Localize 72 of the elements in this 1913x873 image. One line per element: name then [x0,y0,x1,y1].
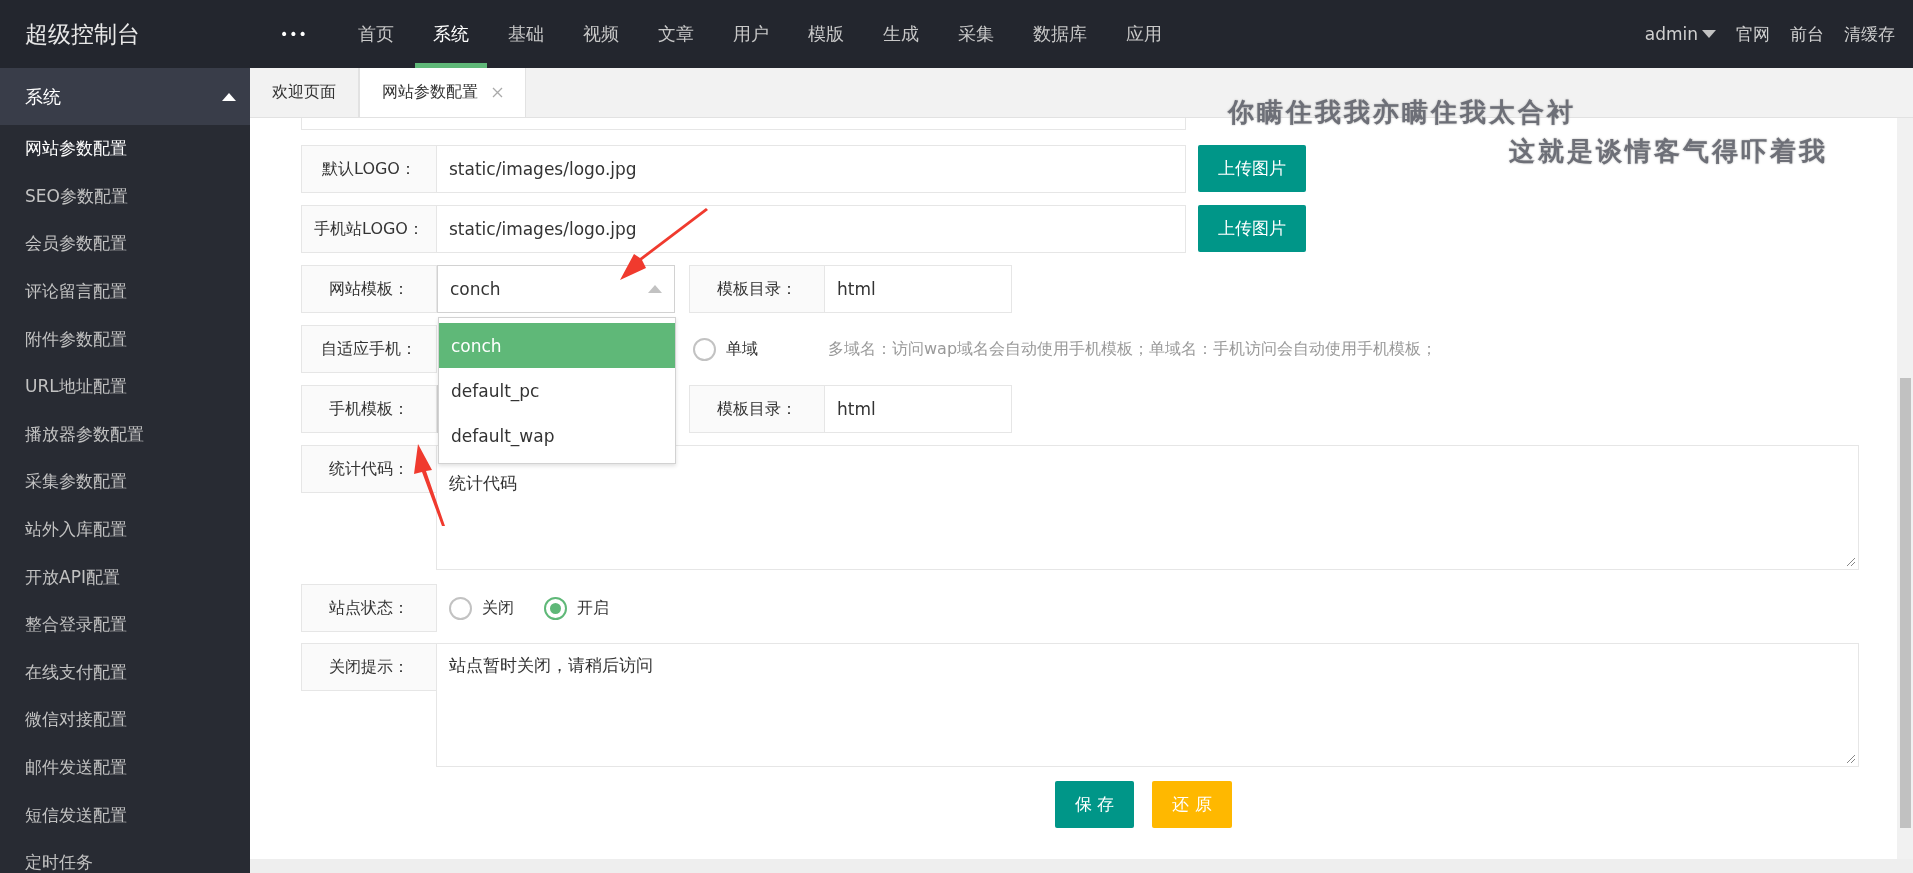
sidebar-item[interactable]: 整合登录配置 [0,600,250,649]
sidebar-item[interactable]: URL地址配置 [0,362,250,411]
lyrics-text: 你瞒住我我亦瞒住我太合衬 [1228,96,1576,129]
sidebar-item[interactable]: 网站参数配置 [0,125,250,173]
radio-button[interactable] [449,596,472,620]
caret-icon [648,285,662,293]
scrollbar[interactable] [1897,118,1913,859]
nav-tab[interactable]: 数据库 [1015,0,1105,68]
caret-icon [222,92,236,101]
radio-button[interactable] [693,337,716,361]
radio-option[interactable]: 单域 [693,337,758,361]
field-label: 模板目录： [689,265,825,313]
caret-icon [1702,30,1716,38]
sidebar-item[interactable]: SEO参数配置 [0,172,250,221]
field-label: 模板目录： [689,385,825,433]
nav-tab[interactable]: 采集 [940,0,1012,68]
page-tab[interactable]: 网站参数配置 [359,68,526,117]
nav-tab[interactable]: 视频 [565,0,637,68]
sidebar-item[interactable]: 在线支付配置 [0,648,250,697]
dropdown-option[interactable]: default_pc [439,368,675,413]
field-label: 网站模板： [301,265,437,313]
sidebar-item[interactable]: 播放器参数配置 [0,410,250,459]
radio-option[interactable]: 开启 [544,596,609,620]
nav-tab[interactable]: 用户 [715,0,787,68]
field-label: 手机站LOGO： [301,205,437,253]
field-label: 站点状态： [301,584,437,632]
sidebar-header[interactable]: 系统 [0,68,250,125]
input-field[interactable] [301,118,1186,130]
text-area[interactable]: 统计代码 [436,445,1859,570]
nav-tab[interactable]: 应用 [1108,0,1180,68]
sidebar-item[interactable]: 会员参数配置 [0,220,250,268]
header-link[interactable]: 清缓存 [1844,22,1895,46]
field-label: 手机模板： [301,385,437,433]
header-link[interactable]: 前台 [1790,22,1824,46]
sidebar-item[interactable]: 邮件发送配置 [0,743,250,792]
text-area[interactable]: 站点暂时关闭，请稍后访问 [436,643,1859,767]
resize-handle-icon[interactable] [1846,754,1856,764]
field-label: 统计代码： [301,445,437,493]
nav-tab[interactable]: 基础 [490,0,562,68]
dropdown-option[interactable]: default_wap [439,413,675,458]
radio-option[interactable]: 关闭 [449,596,514,620]
field-label: 关闭提示： [301,643,437,691]
nav-tab[interactable]: 模版 [790,0,862,68]
sidebar-item[interactable]: 短信发送配置 [0,791,250,839]
app-title: 超级控制台 [24,19,141,49]
save-button[interactable]: 保 存 [1055,781,1135,828]
lyrics-text: 这就是谈情客气得吓着我 [1509,135,1828,168]
upload-button[interactable]: 上传图片 [1198,205,1306,252]
input-field[interactable]: static/images/logo.jpg [437,205,1186,253]
field-label: 默认LOGO： [301,145,437,193]
input-field[interactable]: html [825,385,1012,433]
header-link[interactable]: 官网 [1736,22,1770,46]
sidebar-item[interactable]: 开放API配置 [0,553,250,601]
sidebar-item[interactable]: 附件参数配置 [0,315,250,363]
sidebar-item[interactable]: 定时任务 [0,838,250,873]
input-field[interactable]: html [825,265,1012,313]
input-field[interactable]: static/images/logo.jpg [437,145,1186,193]
user-menu[interactable]: admin [1644,24,1716,44]
resize-handle-icon[interactable] [1846,557,1856,567]
sidebar-item[interactable]: 评论留言配置 [0,267,250,316]
upload-button[interactable]: 上传图片 [1198,145,1306,192]
sidebar-item[interactable]: 微信对接配置 [0,696,250,744]
radio-button[interactable] [544,596,567,620]
nav-tab[interactable]: 生成 [865,0,937,68]
nav-tab[interactable]: 文章 [640,0,712,68]
hint-text: 多域名：访问wap域名会自动使用手机模板；单域名：手机访问会自动使用手机模板； [828,338,1438,360]
sidebar-item[interactable]: 采集参数配置 [0,458,250,506]
close-icon[interactable] [492,87,503,98]
nav-tab[interactable]: 首页 [340,0,412,68]
more-menu[interactable]: ••• [280,26,340,42]
field-label: 自适应手机： [301,325,437,373]
sidebar-item[interactable]: 站外入库配置 [0,505,250,554]
